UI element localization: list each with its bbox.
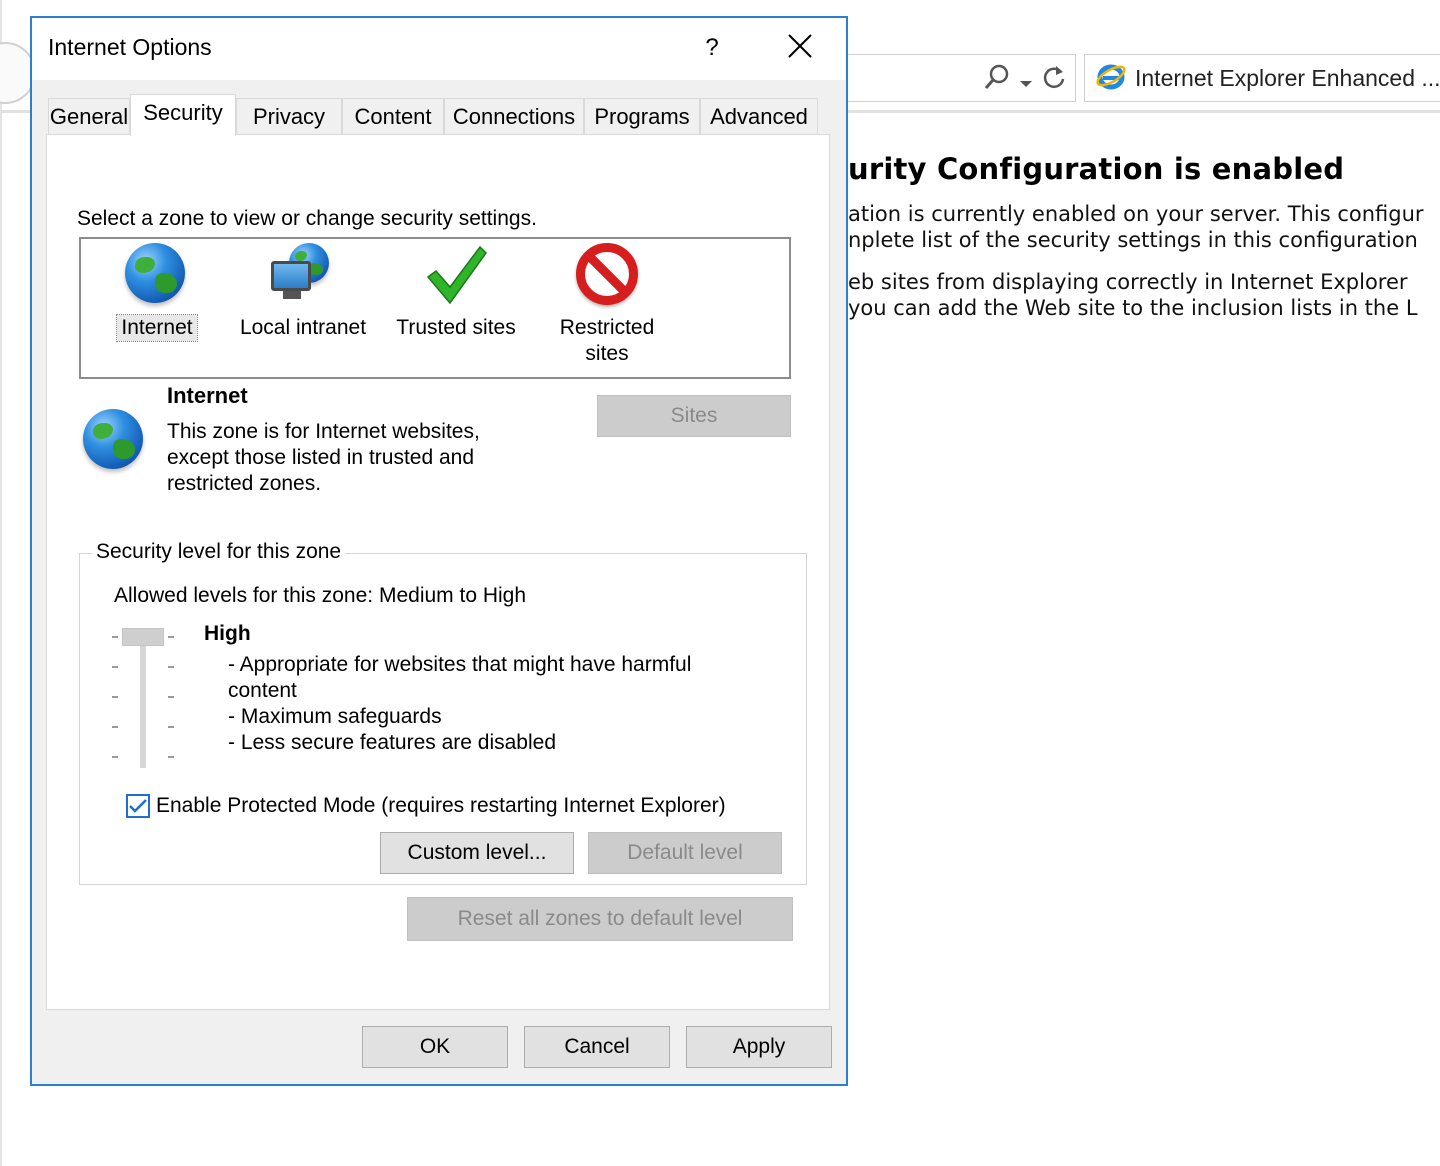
search-icon[interactable] [983, 63, 1011, 98]
security-level-name: High [204, 622, 251, 645]
selected-zone-description: This zone is for Internet websites, exce… [167, 420, 480, 495]
tab-security[interactable]: Security [130, 94, 236, 136]
reset-all-zones-button[interactable]: Reset all zones to default level [407, 897, 793, 941]
zone-label: Internet [116, 314, 198, 342]
intranet-icon [271, 243, 335, 307]
tab-general[interactable]: General [48, 98, 130, 134]
custom-level-button[interactable]: Custom level... [380, 832, 574, 874]
allowed-levels: Allowed levels for this zone: Medium to … [114, 584, 527, 607]
dropdown-arrow-icon[interactable] [1019, 65, 1033, 96]
selected-zone-name: Internet [167, 383, 248, 408]
dialog-titlebar[interactable]: Internet Options ? [32, 18, 846, 80]
tab-advanced[interactable]: Advanced [700, 98, 818, 134]
browser-tab[interactable]: Internet Explorer Enhanced ... [1084, 54, 1440, 102]
security-level-slider-track[interactable] [140, 628, 146, 768]
zone-trusted-sites[interactable]: Trusted sites [389, 243, 523, 341]
checkmark-icon [424, 243, 488, 307]
level-bullet: - Maximum safeguards [228, 705, 442, 728]
page-text-line: nplete list of the security settings in … [848, 228, 1418, 252]
protected-mode-checkbox[interactable] [126, 794, 150, 818]
restricted-icon [575, 243, 639, 307]
security-level-legend: Security level for this zone [92, 540, 346, 564]
tab-content[interactable]: Content [342, 98, 444, 134]
ok-button[interactable]: OK [362, 1026, 508, 1068]
level-bullet: - Less secure features are disabled [228, 731, 557, 754]
security-tab-panel: Select a zone to view or change security… [46, 134, 830, 1010]
help-button[interactable]: ? [692, 28, 732, 68]
browser-tab-title: Internet Explorer Enhanced ... [1135, 64, 1440, 91]
protected-mode-option[interactable]: Enable Protected Mode (requires restarti… [126, 794, 726, 818]
selected-zone-globe-icon [83, 409, 143, 469]
page-text-line: you can add the Web site to the inclusio… [848, 296, 1418, 320]
globe-icon [125, 243, 189, 307]
close-button[interactable] [780, 28, 820, 68]
zone-prompt: Select a zone to view or change security… [77, 207, 537, 230]
tab-connections[interactable]: Connections [444, 98, 584, 134]
security-level-description: - Appropriate for websites that might ha… [228, 652, 748, 756]
security-level-group: Security level for this zone Allowed lev… [79, 540, 807, 885]
level-bullet: - Appropriate for websites that might ha… [228, 653, 692, 702]
browser-edge [0, 0, 2, 1166]
refresh-icon[interactable] [1041, 63, 1067, 98]
zone-label: Trusted sites [396, 316, 516, 339]
zone-label: Local intranet [239, 316, 367, 339]
page-text-line: ation is currently enabled on your serve… [848, 202, 1424, 226]
zone-local-intranet[interactable]: Local intranet [233, 243, 373, 341]
zone-restricted-sites[interactable]: Restricted sites [547, 243, 667, 367]
zone-internet[interactable]: Internet [111, 243, 203, 342]
protected-mode-label: Enable Protected Mode (requires restarti… [156, 794, 726, 817]
cancel-button[interactable]: Cancel [524, 1026, 670, 1068]
address-bar[interactable] [838, 54, 1076, 102]
page-heading: urity Configuration is enabled [848, 152, 1345, 186]
page-text-line: eb sites from displaying correctly in In… [848, 270, 1408, 294]
default-level-button[interactable]: Default level [588, 832, 782, 874]
apply-button[interactable]: Apply [686, 1026, 832, 1068]
zone-label: Restricted sites [559, 316, 655, 365]
tab-programs[interactable]: Programs [584, 98, 700, 134]
security-level-slider-thumb[interactable] [122, 628, 164, 646]
internet-options-dialog: Internet Options ? General Security Priv… [30, 16, 848, 1086]
ie-logo-icon [1095, 60, 1127, 97]
tab-privacy[interactable]: Privacy [236, 98, 342, 134]
close-icon [788, 34, 812, 58]
checkmark-icon [129, 799, 147, 813]
zone-list: Internet Local intranet Trusted sites Re… [79, 237, 791, 379]
dialog-title: Internet Options [48, 34, 212, 60]
sites-button[interactable]: Sites [597, 395, 791, 437]
